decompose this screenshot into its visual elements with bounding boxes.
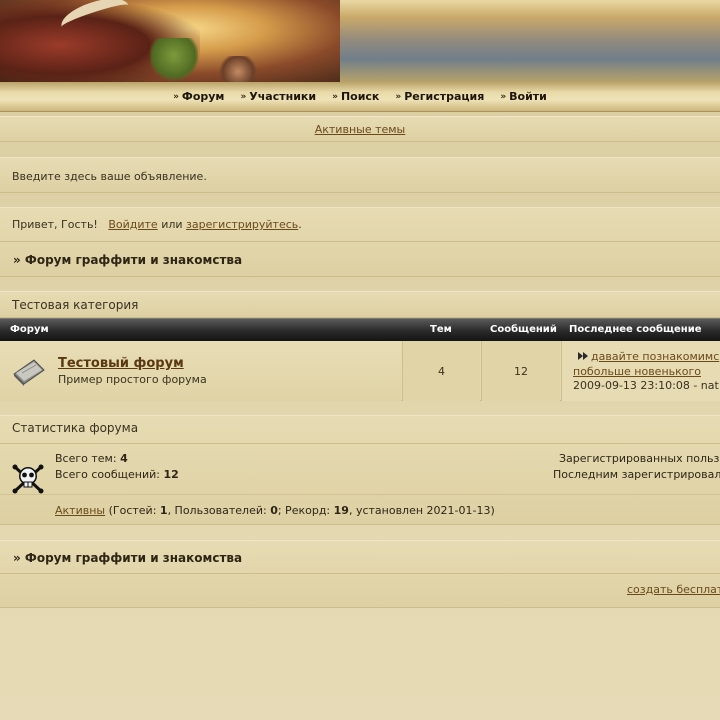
nav-item-search[interactable]: » Поиск <box>332 90 379 103</box>
last-post-cell: давайте познакомимс побольше новенького … <box>561 341 720 401</box>
stats-panel: Статистика форума Всего тем: 4 Всего соо… <box>0 415 720 525</box>
active-topics-link[interactable]: Активные темы <box>315 123 406 136</box>
nav-item-members[interactable]: » Участники <box>240 90 316 103</box>
forum-folder-icon <box>13 359 45 386</box>
greeting-panel: Привет, Гость! Войдите или зарегистрируй… <box>0 207 720 277</box>
footer-breadcrumb[interactable]: » Форум граффити и знакомства <box>0 551 242 565</box>
last-post-link-cont[interactable]: побольше новенького <box>573 365 701 378</box>
double-chevron-icon: » <box>500 91 507 102</box>
go-to-post-icon[interactable] <box>577 351 589 361</box>
nav-label: Поиск <box>340 90 380 103</box>
nav-label: Участники <box>249 90 317 103</box>
announcement-panel: Введите здесь ваше объявление. <box>0 157 720 193</box>
active-topics-bar: Активные темы <box>0 116 720 142</box>
stats-registered: Зарегистрированных польз <box>559 452 720 465</box>
forum-topics-cell: 4 <box>402 341 480 401</box>
greeting-suffix: . <box>298 218 302 231</box>
banner-sky <box>300 0 720 82</box>
nav-item-forum[interactable]: » Форум <box>173 90 224 103</box>
banner-orc <box>150 38 198 82</box>
column-forum: Форум <box>10 324 49 335</box>
last-post-meta: 2009-09-13 23:10:08 - nat <box>573 379 719 392</box>
topics-count: 4 <box>438 365 445 378</box>
table-row: Тестовый форум Пример простого форума 4 … <box>0 341 720 401</box>
nav-label: Регистрация <box>404 90 485 103</box>
main-nav: » Форум » Участники » Поиск » Регистраци… <box>0 82 720 112</box>
forum-posts-cell: 12 <box>481 341 560 401</box>
double-chevron-icon: » <box>240 91 247 102</box>
skull-crossbones-icon <box>12 464 44 494</box>
posts-count: 12 <box>514 365 528 378</box>
login-link[interactable]: Войдите <box>108 218 157 231</box>
stats-topics: Всего тем: 4 <box>55 452 128 465</box>
double-chevron-icon: » <box>332 91 338 102</box>
footer-panel: » Форум граффити и знакомства создать бе… <box>0 540 720 608</box>
column-topics: Тем <box>430 324 452 335</box>
online-stats: Активны (Гостей: 1, Пользователей: 0; Ре… <box>55 504 495 517</box>
nav-item-register[interactable]: » Регистрация <box>395 90 484 103</box>
greeting-or: или <box>161 218 183 231</box>
column-posts: Сообщений <box>490 324 557 335</box>
stats-last-registered: Последним зарегистрировал <box>553 468 720 481</box>
nav-label: Форум <box>181 90 225 103</box>
create-forum-link[interactable]: создать бесплат <box>627 583 720 596</box>
category-header: Тестовая категория <box>0 291 720 318</box>
header-banner <box>0 0 720 82</box>
greeting-text: Привет, Гость! <box>12 218 98 231</box>
category-title: Тестовая категория <box>12 298 139 312</box>
forum-description: Пример простого форума <box>58 373 207 386</box>
forum-cell: Тестовый форум Пример простого форума <box>0 341 401 401</box>
nav-label: Войти <box>509 90 547 103</box>
stats-title: Статистика форума <box>12 421 139 435</box>
nav-item-login[interactable]: » Войти <box>500 90 547 103</box>
announcement-text: Введите здесь ваше объявление. <box>12 170 207 183</box>
stats-posts: Всего сообщений: 12 <box>55 468 179 481</box>
column-last-post: Последнее сообщение <box>569 324 702 335</box>
greeting-line: Привет, Гость! Войдите или зарегистрируй… <box>12 218 302 231</box>
double-chevron-icon: » <box>395 91 402 102</box>
breadcrumb[interactable]: » Форум граффити и знакомства <box>0 253 242 267</box>
double-chevron-icon: » <box>173 91 179 102</box>
forum-table-header: Форум Тем Сообщений Последнее сообщение <box>0 318 720 341</box>
last-post-link[interactable]: давайте познакомимс <box>591 350 719 363</box>
active-users-link[interactable]: Активны <box>55 504 105 517</box>
banner-human <box>218 56 258 82</box>
register-link[interactable]: зарегистрируйтесь <box>186 218 298 231</box>
forum-title-link[interactable]: Тестовый форум <box>58 356 184 371</box>
